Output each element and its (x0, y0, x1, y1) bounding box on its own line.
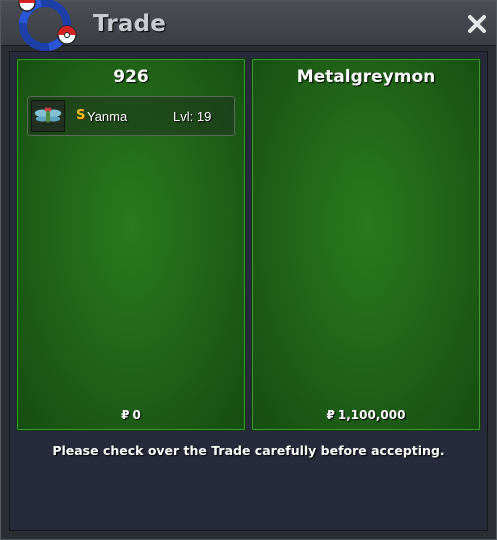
partner-money-amount: 1,100,000 (337, 408, 406, 422)
trade-logo-icon (18, 0, 77, 51)
title-bar[interactable]: Trade (1, 0, 496, 51)
my-money-amount: 0 (132, 408, 141, 422)
window-title: Trade (93, 11, 167, 37)
my-money-offer: ₽0 (17, 408, 245, 422)
offered-pokemon-row[interactable]: S Yanma Lvl: 19 (27, 96, 235, 136)
partner-money-offer: ₽1,100,000 (252, 408, 480, 422)
my-offer-panel: 926 S Yanma Lvl: 19 ₽0 (16, 58, 246, 431)
partner-offer-panel: Metalgreymon ₽1,100,000 (251, 58, 481, 431)
pokemon-level: Lvl: 19 (173, 109, 212, 124)
close-icon[interactable] (466, 13, 488, 35)
money-symbol: ₽ (121, 408, 130, 422)
money-symbol: ₽ (326, 408, 335, 422)
trade-notice: Please check over the Trade carefully be… (52, 443, 445, 458)
partner-trainer-name: Metalgreymon (296, 67, 436, 87)
trade-window: Trade 926 S Yanma Lvl: 19 ₽ 0 Metalgreym… (0, 0, 497, 540)
yanma-icon (31, 100, 65, 132)
trade-content: 926 S Yanma Lvl: 19 ₽0 Metalgreymon ₽ 1,… (9, 51, 488, 531)
my-trainer-name: 926 (113, 67, 149, 87)
pokemon-name: Yanma (87, 109, 128, 124)
shiny-indicator: S (76, 108, 86, 123)
